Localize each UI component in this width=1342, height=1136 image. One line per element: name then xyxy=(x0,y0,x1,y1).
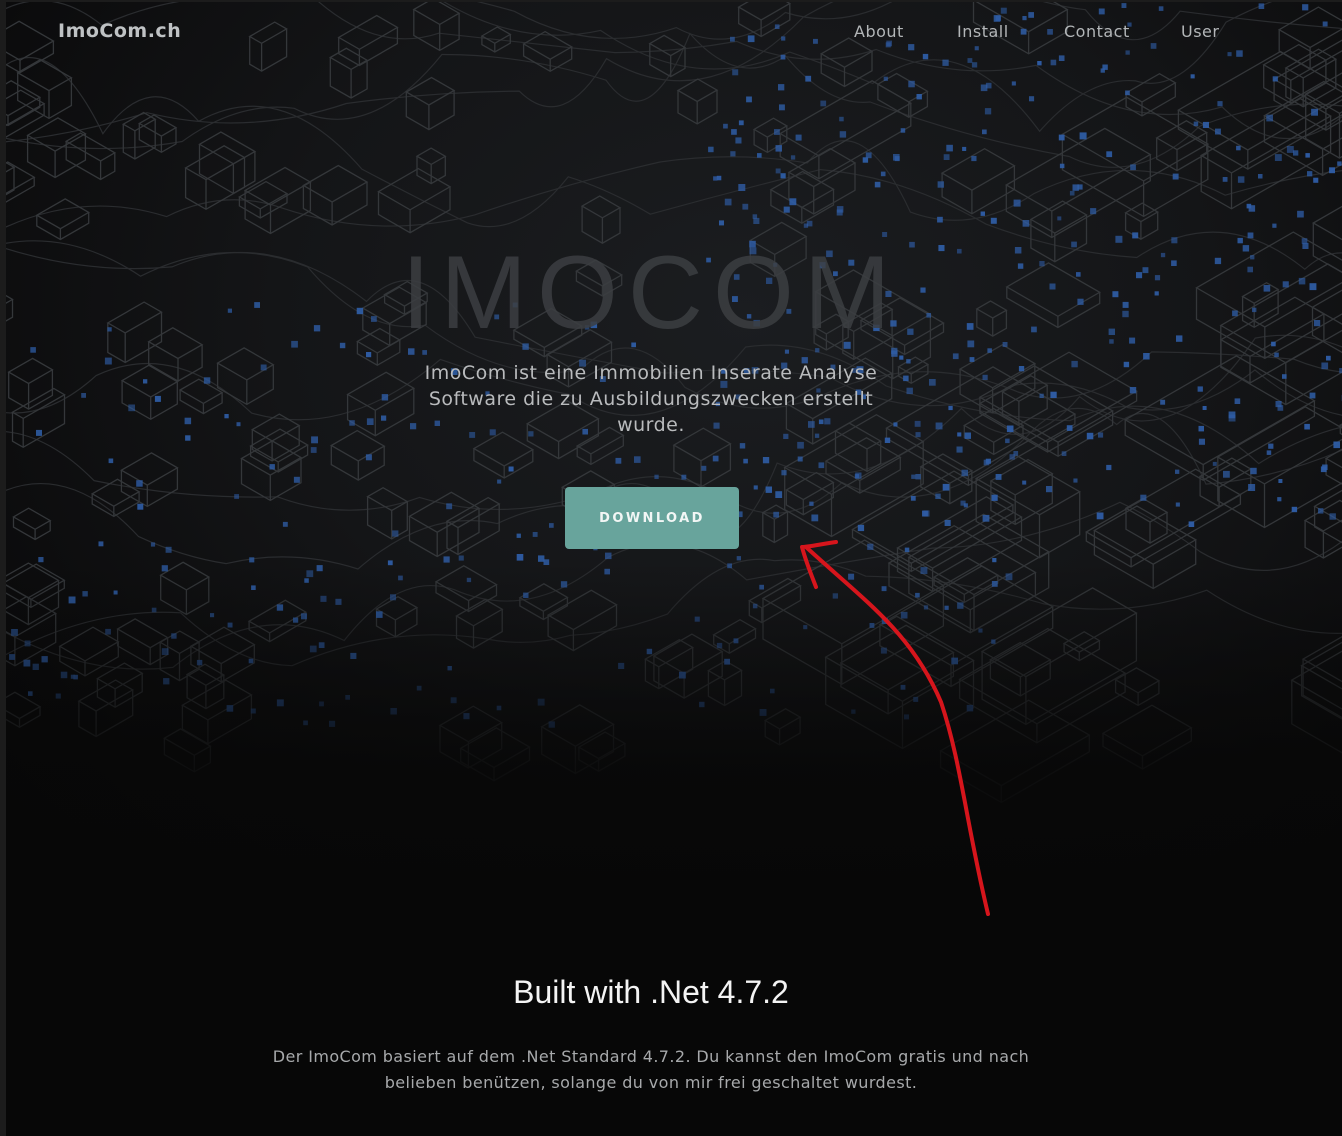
nav-link-contact[interactable]: Contact xyxy=(1064,22,1130,41)
nav-link-user[interactable]: User xyxy=(1181,22,1219,41)
section-description: Der ImoCom basiert auf dem .Net Standard… xyxy=(272,1047,1030,1092)
section-title: Built with .Net 4.7.2 xyxy=(513,974,789,1010)
top-navbar: ImoCom.ch About Install Contact User xyxy=(6,2,1342,62)
brand-logo-link[interactable]: ImoCom.ch xyxy=(58,20,181,42)
nav-link-about[interactable]: About xyxy=(854,22,904,41)
hero-title: IMOCOM xyxy=(401,235,901,351)
hero-fade xyxy=(6,562,1342,902)
nav-link-install[interactable]: Install xyxy=(957,22,1009,41)
hero-subtitle: ImoCom ist eine Immobilien Inserate Anal… xyxy=(424,362,878,436)
download-button[interactable]: DOWNLOAD xyxy=(565,487,739,549)
page: ImoCom.ch About Install Contact User IMO… xyxy=(0,0,1342,1136)
hero-section xyxy=(6,2,1342,902)
